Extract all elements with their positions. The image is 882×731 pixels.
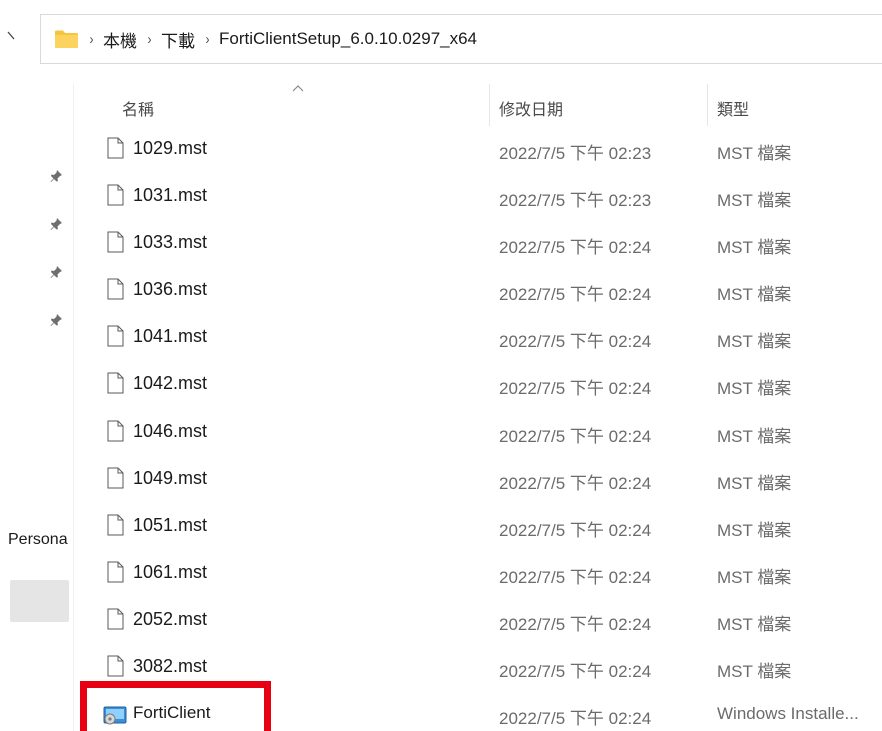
file-date: 2022/7/5 下午 02:24 [499,709,652,729]
file-icon [107,655,124,677]
column-divider[interactable] [707,84,708,126]
file-date: 2022/7/5 下午 02:24 [499,379,652,399]
file-row[interactable]: 1029.mst 2022/7/5 下午 02:23 MST 檔案 [74,126,882,173]
file-icon [107,325,124,347]
file-row-forticlient[interactable]: FortiClient 2022/7/5 下午 02:24 Windows In… [74,691,882,731]
file-type: MST 檔案 [717,473,792,493]
file-icon [107,420,124,442]
file-type: MST 檔案 [717,238,792,258]
sort-ascending-icon [292,85,304,92]
file-type: MST 檔案 [717,332,792,352]
file-date: 2022/7/5 下午 02:24 [499,520,652,540]
file-date: 2022/7/5 下午 02:24 [499,332,652,352]
file-name: 1046.mst [133,420,208,441]
file-type: MST 檔案 [717,379,792,399]
file-date: 2022/7/5 下午 02:24 [499,662,652,682]
file-name: 1049.mst [133,467,208,488]
file-icon [107,514,124,536]
file-row[interactable]: 1042.mst 2022/7/5 下午 02:24 MST 檔案 [74,361,882,408]
file-type: MST 檔案 [717,191,792,211]
file-type: MST 檔案 [717,144,792,163]
pin-icon[interactable] [48,168,64,184]
column-header-row: 名稱 修改日期 類型 [74,84,882,126]
file-row[interactable]: 1031.mst 2022/7/5 下午 02:23 MST 檔案 [74,173,882,220]
file-type: MST 檔案 [717,285,792,305]
file-name: 1051.mst [133,514,208,535]
nav-item-personal[interactable]: Persona [8,531,68,549]
column-header-date[interactable]: 修改日期 [499,96,563,120]
navigation-pane: Persona [0,84,74,731]
file-type: MST 檔案 [717,662,792,682]
breadcrumb-this-pc[interactable]: 本機 [103,27,137,52]
file-name: 1042.mst [133,373,208,394]
file-date: 2022/7/5 下午 02:24 [499,285,652,305]
file-date: 2022/7/5 下午 02:24 [499,567,652,587]
pin-icon[interactable] [48,216,64,232]
file-name: 2052.mst [133,608,208,629]
file-name: 1029.mst [133,138,208,158]
file-explorer-window: › 本機 › 下載 › FortiClientSetup_6.0.10.0297… [0,0,882,731]
address-bar[interactable]: › 本機 › 下載 › FortiClientSetup_6.0.10.0297… [40,14,882,64]
nav-item-selected[interactable] [10,580,69,622]
breadcrumb-separator[interactable]: › [90,31,94,48]
file-type: MST 檔案 [717,520,792,540]
file-icon [107,467,124,489]
folder-icon [54,29,79,49]
file-name: FortiClient [133,703,211,723]
file-row[interactable]: 1041.mst 2022/7/5 下午 02:24 MST 檔案 [74,314,882,361]
column-header-type[interactable]: 類型 [717,96,749,120]
file-icon [107,278,124,300]
file-row[interactable]: 3082.mst 2022/7/5 下午 02:24 MST 檔案 [74,644,882,691]
file-icon [107,137,124,159]
file-type: MST 檔案 [717,614,792,634]
breadcrumb-downloads[interactable]: 下載 [161,27,195,52]
file-icon [107,608,124,630]
windows-installer-icon [103,706,127,725]
file-type: MST 檔案 [717,567,792,587]
file-date: 2022/7/5 下午 02:24 [499,238,652,258]
file-date: 2022/7/5 下午 02:23 [499,144,652,163]
file-type: MST 檔案 [717,426,792,446]
up-arrow-icon[interactable] [6,30,20,44]
breadcrumb-separator[interactable]: › [206,31,210,48]
file-row[interactable]: 1033.mst 2022/7/5 下午 02:24 MST 檔案 [74,220,882,267]
file-row[interactable]: 1061.mst 2022/7/5 下午 02:24 MST 檔案 [74,550,882,597]
file-type: Windows Installe... [717,704,859,724]
address-toolbar: › 本機 › 下載 › FortiClientSetup_6.0.10.0297… [0,0,882,84]
file-date: 2022/7/5 下午 02:24 [499,473,652,493]
file-icon [107,184,124,206]
breadcrumb-current-folder[interactable]: FortiClientSetup_6.0.10.0297_x64 [219,29,477,49]
file-name: 1041.mst [133,326,208,347]
file-row[interactable]: 2052.mst 2022/7/5 下午 02:24 MST 檔案 [74,597,882,644]
pin-icon[interactable] [48,312,64,328]
file-date: 2022/7/5 下午 02:24 [499,426,652,446]
file-name: 1033.mst [133,232,208,253]
file-row[interactable]: 1051.mst 2022/7/5 下午 02:24 MST 檔案 [74,503,882,550]
file-row[interactable]: 1046.mst 2022/7/5 下午 02:24 MST 檔案 [74,409,882,456]
file-date: 2022/7/5 下午 02:23 [499,191,652,211]
pin-icon[interactable] [48,264,64,280]
file-name: 1061.mst [133,561,208,582]
file-name: 3082.mst [133,656,208,677]
breadcrumb-separator[interactable]: › [148,31,152,48]
file-icon [107,372,124,394]
file-row[interactable]: 1036.mst 2022/7/5 下午 02:24 MST 檔案 [74,267,882,314]
file-icon [107,561,124,583]
file-name: 1031.mst [133,185,208,206]
file-date: 2022/7/5 下午 02:24 [499,614,652,634]
file-icon [107,231,124,253]
column-divider[interactable] [489,84,490,126]
column-header-name[interactable]: 名稱 [122,96,154,120]
file-list: 1029.mst 2022/7/5 下午 02:23 MST 檔案 1031.m… [74,126,882,731]
file-name: 1036.mst [133,279,208,300]
file-row[interactable]: 1049.mst 2022/7/5 下午 02:24 MST 檔案 [74,456,882,503]
